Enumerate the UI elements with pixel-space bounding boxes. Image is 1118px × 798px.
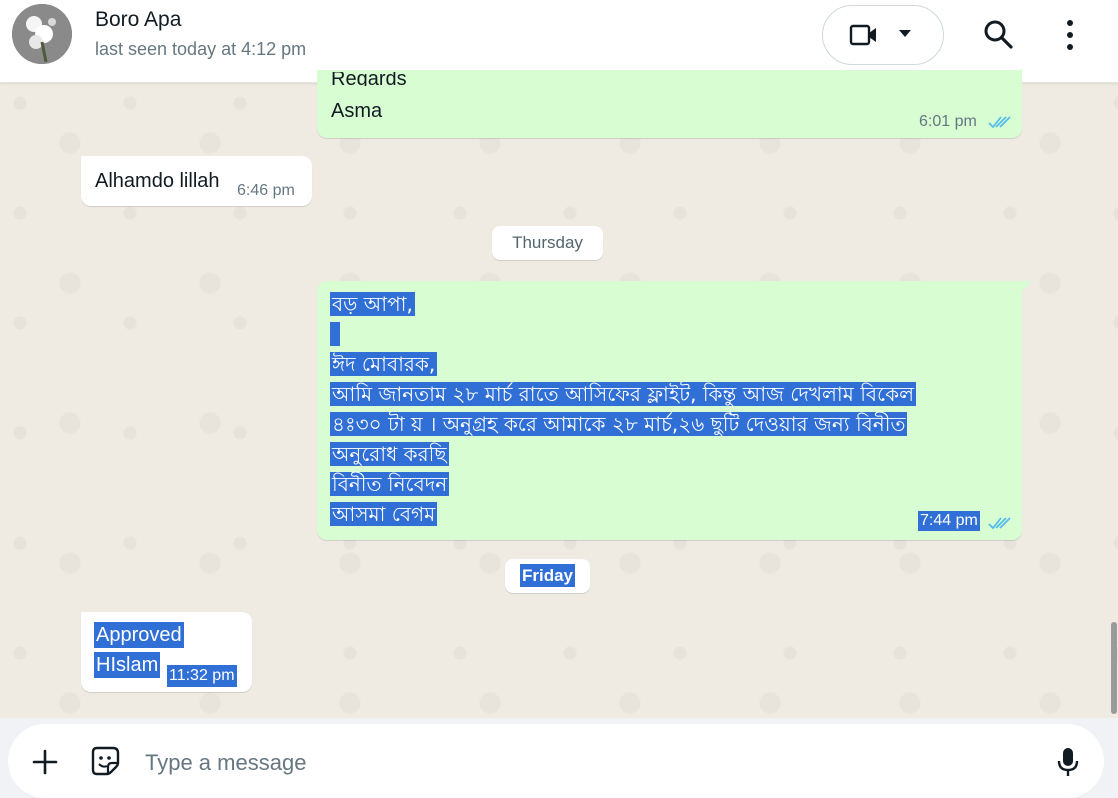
message-text: Asma: [331, 100, 383, 122]
bubble-tail: [1022, 281, 1032, 291]
message-text: Alhamdo lillah: [95, 170, 220, 192]
double-check-icon: [988, 517, 1011, 530]
double-check-icon: [988, 116, 1011, 129]
scrollbar-thumb[interactable]: [1111, 622, 1117, 714]
message-line: আমি জানতাম ২৮ মার্চ রাতে আসিফের ফ্লাইট, …: [330, 382, 916, 406]
message-time: 7:44 pm: [918, 511, 980, 531]
message-line: বড় আপা,: [330, 292, 415, 316]
chevron-down-icon: [899, 30, 911, 37]
message-time: 6:46 pm: [237, 182, 295, 199]
video-call-button[interactable]: [822, 5, 944, 65]
microphone-icon[interactable]: [1056, 746, 1080, 778]
message-outgoing[interactable]: Regards Asma 6:01 pm: [317, 70, 1022, 138]
avatar[interactable]: [12, 4, 72, 64]
date-divider: Thursday: [492, 226, 603, 260]
message-line: অনুরোধ করছি: [330, 442, 449, 466]
plus-icon[interactable]: [30, 747, 60, 777]
message-line: আসমা বেগম: [330, 502, 438, 526]
search-icon[interactable]: [982, 18, 1014, 50]
message-outgoing[interactable]: বড় আপা, ঈদ মোবারক, আমি জানতাম ২৮ মার্চ …: [317, 281, 1022, 540]
contact-name[interactable]: Boro Apa: [95, 8, 181, 32]
message-input[interactable]: [143, 744, 1027, 782]
more-vertical-icon[interactable]: [1058, 18, 1082, 52]
message-line: Approved: [94, 622, 184, 648]
date-divider-label: Friday: [519, 564, 576, 587]
message-text-partial: Regards: [331, 72, 407, 86]
message-incoming[interactable]: Approved HIslam 11:32 pm: [81, 612, 252, 692]
date-divider: Friday: [505, 559, 590, 593]
video-camera-icon: [849, 24, 876, 46]
message-line: বিনীত নিবেদন: [330, 472, 450, 496]
last-seen-status: last seen today at 4:12 pm: [95, 39, 307, 59]
message-line: ৪ঃ৩০ টা য় । অনুগ্রহ করে আমাকে ২৮ মার্চ,…: [330, 412, 908, 436]
message-line: HIslam: [94, 652, 161, 678]
message-incoming[interactable]: Alhamdo lillah 6:46 pm: [81, 156, 312, 206]
sticker-icon[interactable]: [88, 744, 122, 778]
message-time: 6:01 pm: [919, 113, 977, 130]
message-line: [330, 322, 341, 346]
message-line: ঈদ মোবারক,: [330, 352, 438, 376]
message-time: 11:32 pm: [167, 665, 237, 687]
